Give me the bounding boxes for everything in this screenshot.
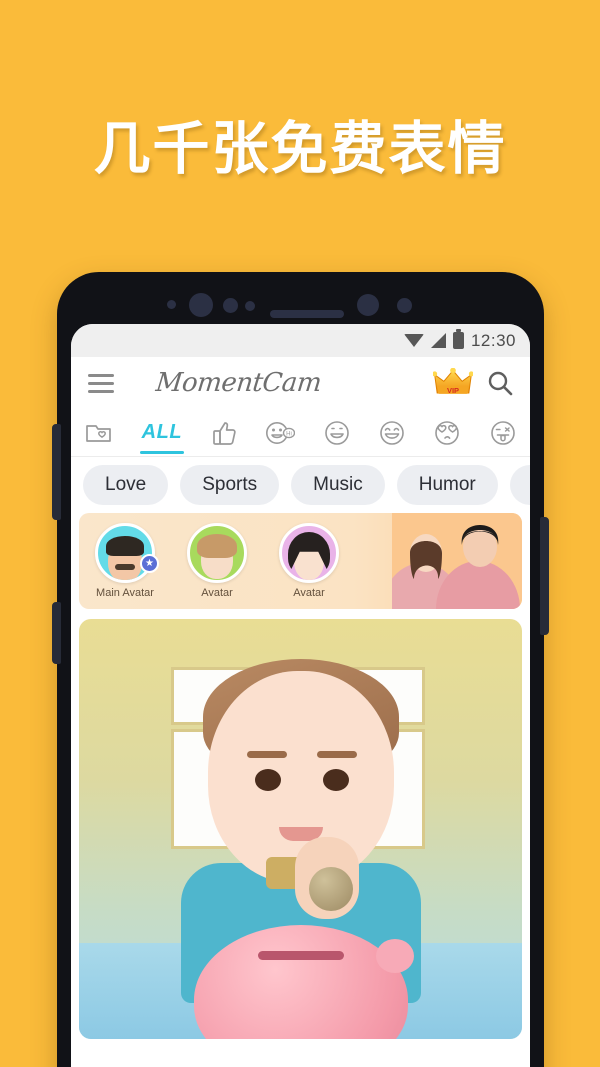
tab-hi-face[interactable]: Hi [265,409,296,457]
piggy-bank-slot [257,951,344,960]
tab-heart-eyes[interactable] [433,409,461,457]
laughing-face-icon [379,420,404,445]
sticker-content-card[interactable] [79,619,522,1039]
category-chip-row[interactable]: Love Sports Music Humor Rom [71,457,530,513]
chip-romance[interactable]: Rom [509,465,530,505]
hamburger-menu-icon[interactable] [88,373,114,393]
app-header: MomentCam VIP [71,357,530,409]
phone-mockup: 12:30 MomentCam VIP ALL Hi Love Sports M… [52,272,549,1067]
coin [308,867,353,911]
avatar [187,523,247,583]
signal-icon [430,333,446,348]
svg-text:Hi: Hi [287,431,293,437]
wifi-icon [403,334,424,347]
status-bar: 12:30 [71,324,530,357]
sensor-dot [357,294,379,316]
chip-humor[interactable]: Humor [396,465,498,505]
avatar [95,523,155,583]
boy-eye [255,769,281,791]
search-icon[interactable] [487,370,513,396]
phone-sensor-array [57,288,544,322]
earpiece-speaker [270,310,344,318]
sensor-dot [167,300,176,309]
folder-heart-icon [86,424,111,442]
emoji-tab-bar: ALL Hi [71,409,530,457]
phone-screen: 12:30 MomentCam VIP ALL Hi Love Sports M… [71,324,530,1067]
power-button[interactable] [540,517,549,635]
tab-laugh[interactable] [379,409,405,457]
avatar-item-main[interactable]: ★ Main Avatar [79,523,171,599]
avatar [279,523,339,583]
boy-eyebrow [247,751,287,758]
status-bar-clock: 12:30 [470,330,516,350]
avatar-item-2[interactable]: Avatar [171,523,263,599]
app-logo: MomentCam [154,368,323,398]
tab-smile[interactable] [324,409,350,457]
heart-eyes-kiss-face-icon [435,420,460,445]
tab-thumbs-up[interactable] [211,409,237,457]
main-avatar-badge: ★ [140,554,159,573]
avatar-item-3[interactable]: Avatar [263,523,355,599]
smiling-face-icon [325,420,349,445]
volume-up-button[interactable] [52,424,61,520]
volume-down-button[interactable] [52,602,61,664]
avatar-label: Avatar [293,587,325,599]
chip-sports[interactable]: Sports [180,465,280,505]
avatar-label: Avatar [201,587,233,599]
tab-favorites[interactable] [85,409,113,457]
boy-eyebrow [317,751,357,758]
sensor-dot [223,298,238,313]
svg-text:VIP: VIP [447,386,459,395]
sensor-dot [245,301,255,311]
tab-tongue[interactable] [490,409,516,457]
sensor-dot [397,298,412,313]
tongue-out-wink-face-icon [491,420,515,445]
speech-bubble-face-icon: Hi [266,421,296,444]
front-camera-icon [189,293,213,317]
chip-love[interactable]: Love [83,465,169,505]
vip-crown-icon[interactable]: VIP [433,368,473,398]
page-title: 几千张免费表情 [93,116,507,182]
chip-music[interactable]: Music [291,465,385,505]
battery-icon [452,329,464,349]
avatar-label: Main Avatar [96,587,154,599]
piggy-bank-ear [375,939,414,973]
couple-illustration[interactable] [392,513,522,609]
tab-all[interactable]: ALL [139,409,185,457]
avatar-strip: ★ Main Avatar Avatar Avatar [79,513,522,609]
boy-eye [323,769,349,791]
thumbs-up-icon [212,421,236,445]
